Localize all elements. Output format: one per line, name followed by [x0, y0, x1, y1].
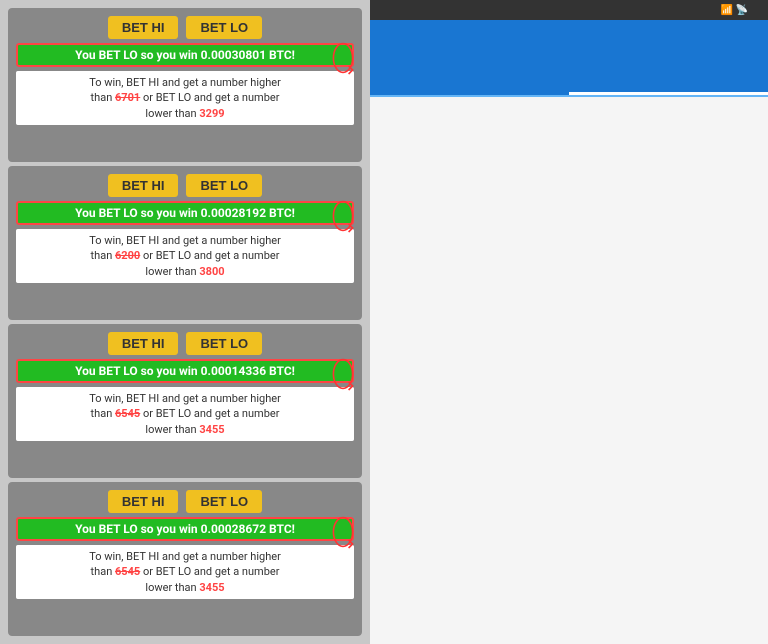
- wallet-tabs: [370, 72, 768, 97]
- win-banner-1: You BET LO so you win 0.00028192 BTC!: [16, 201, 354, 225]
- bet-desc-0: To win, BET HI and get a number higher t…: [16, 71, 354, 125]
- bet-hi-button-2[interactable]: BET HI: [108, 332, 179, 355]
- bet-card-3: BET HI BET LO You BET LO so you win 0.00…: [8, 482, 362, 636]
- bet-lo-button-2[interactable]: BET LO: [186, 332, 262, 355]
- bet-lo-button-0[interactable]: BET LO: [186, 16, 262, 39]
- bet-buttons-0: BET HI BET LO: [108, 16, 262, 39]
- bet-hi-button-1[interactable]: BET HI: [108, 174, 179, 197]
- bet-desc-1: To win, BET HI and get a number higher t…: [16, 229, 354, 283]
- bet-lo-button-1[interactable]: BET LO: [186, 174, 262, 197]
- bet-buttons-1: BET HI BET LO: [108, 174, 262, 197]
- right-panel: 📶 📡: [370, 0, 768, 644]
- status-icons: 📶 📡: [721, 5, 748, 16]
- win-banner-0: You BET LO so you win 0.00030801 BTC!: [16, 43, 354, 67]
- bet-hi-button-0[interactable]: BET HI: [108, 16, 179, 39]
- transaction-list: [370, 97, 768, 644]
- left-panel: BET HI BET LO You BET LO so you win 0.00…: [0, 0, 370, 644]
- app-header: [370, 20, 768, 72]
- bet-card-1: BET HI BET LO You BET LO so you win 0.00…: [8, 166, 362, 320]
- tab-php[interactable]: [370, 72, 569, 95]
- bet-card-2: BET HI BET LO You BET LO so you win 0.00…: [8, 324, 362, 478]
- bet-card-0: BET HI BET LO You BET LO so you win 0.00…: [8, 8, 362, 162]
- tab-btc[interactable]: [569, 72, 768, 95]
- win-banner-3: You BET LO so you win 0.00028672 BTC!: [16, 517, 354, 541]
- status-bar: 📶 📡: [370, 0, 768, 20]
- bet-hi-button-3[interactable]: BET HI: [108, 490, 179, 513]
- bet-lo-button-3[interactable]: BET LO: [186, 490, 262, 513]
- bet-desc-2: To win, BET HI and get a number higher t…: [16, 387, 354, 441]
- win-banner-2: You BET LO so you win 0.00014336 BTC!: [16, 359, 354, 383]
- bet-buttons-2: BET HI BET LO: [108, 332, 262, 355]
- bet-desc-3: To win, BET HI and get a number higher t…: [16, 545, 354, 599]
- bet-buttons-3: BET HI BET LO: [108, 490, 262, 513]
- transactions-wrapper: [370, 97, 768, 644]
